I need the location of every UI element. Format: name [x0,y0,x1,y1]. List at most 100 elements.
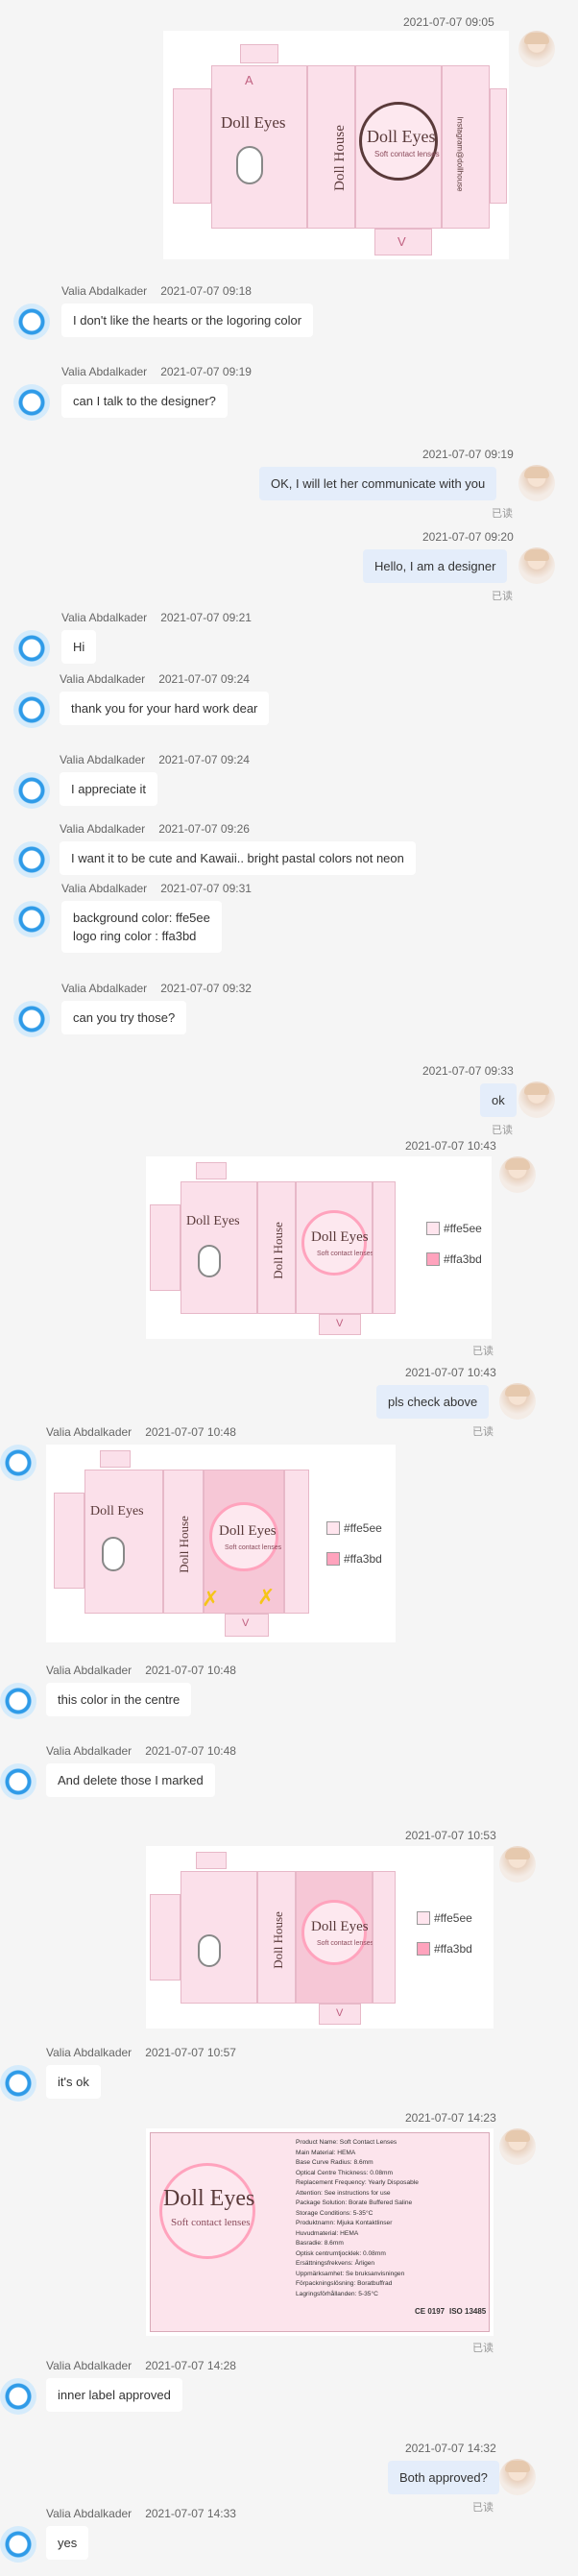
message-bubble[interactable]: yes [46,2526,89,2560]
message-bubble[interactable]: And delete those I marked [46,1763,215,1797]
box-brand-ring: Doll Eyes [219,1523,277,1539]
side-brand: Doll House [331,125,348,191]
avatar[interactable] [0,2378,36,2415]
message-bubble[interactable]: OK, I will let her communicate with you [259,467,497,500]
sender-name: Valia Abdalkader [46,1664,132,1677]
avatar[interactable] [13,630,50,667]
message-time: 2021-07-07 10:53 [405,1829,496,1842]
avatar[interactable] [499,2459,536,2495]
label-spec-row: Optisk centrumtjocklek: 0.08mm [296,2249,386,2257]
message-time: 2021-07-07 09:18 [160,284,252,298]
message-bubble[interactable]: thank you for your hard work dear [60,692,270,725]
read-receipt: 已读 [472,1426,494,1438]
side-brand: Doll House [176,1516,191,1573]
read-receipt: 已读 [492,591,513,602]
box-design-image[interactable]: Doll Eyes Doll House Doll Eyes Soft cont… [146,1156,492,1339]
sender-name: Valia Abdalkader [46,2507,132,2520]
avatar[interactable] [499,2128,536,2165]
avatar[interactable] [499,1846,536,1883]
box-brand: Doll Eyes [90,1504,144,1519]
message-bubble[interactable]: I want it to be cute and Kawaii.. bright… [60,841,416,875]
message-bubble[interactable]: it's ok [46,2065,101,2099]
message-bubble[interactable]: pls check above [376,1385,490,1419]
label-spec-row: Optical Centre Thickness: 0.08mm [296,2169,394,2176]
avatar[interactable] [13,304,50,340]
label-tagline: Soft contact lenses [171,2217,251,2228]
message-time: 2021-07-07 09:24 [158,753,250,766]
annotation-mark: ✗ [202,1587,220,1611]
label-ce: CE 0197 [415,2307,446,2316]
avatar[interactable] [13,901,50,937]
avatar[interactable] [0,1683,36,1719]
swatch-bg [326,1521,340,1535]
message-bubble[interactable]: ok [480,1083,517,1117]
avatar[interactable] [0,1763,36,1800]
message-time: 2021-07-07 14:33 [145,2507,236,2520]
message-bubble[interactable]: can you try those? [61,1001,187,1034]
letter-v: V [336,1318,344,1329]
avatar[interactable] [13,1001,50,1037]
swatch-bg [426,1222,440,1235]
box-design-image[interactable]: Doll Eyes A Doll House Doll Eyes Soft co… [163,31,509,259]
message-bubble[interactable]: can I talk to the designer? [61,384,228,418]
message-bubble[interactable]: Hi [61,630,97,664]
label-brand: Doll Eyes [163,2186,255,2211]
message-bubble[interactable]: inner label approved [46,2378,182,2412]
avatar[interactable] [518,31,555,67]
sender-name: Valia Abdalkader [46,2046,132,2059]
letter-a: A [245,73,253,87]
label-spec-row: Produktnamn: Mjuka Kontaktlinser [296,2220,393,2226]
avatar[interactable] [13,772,50,809]
label-spec-row: Uppmärksamhet: Se bruksanvisningen [296,2270,405,2277]
message-bubble[interactable]: I don't like the hearts or the logoring … [61,304,314,337]
message-outgoing: 2021-07-07 09:05 [403,13,494,31]
avatar[interactable] [499,1383,536,1420]
avatar[interactable] [0,1445,36,1481]
box-design-image[interactable]: Doll House Doll Eyes Soft contact lenses… [146,1846,494,2029]
read-receipt: 已读 [472,2343,494,2354]
message-bubble[interactable]: background color: ffe5ee logo ring color… [61,901,222,953]
side-brand: Doll House [270,1222,285,1279]
message-time: 2021-07-07 09:24 [158,672,250,686]
swatch-bg-label: #ffe5ee [444,1222,482,1235]
swatch-ring [326,1552,340,1566]
label-spec-row: Förpackningslösning: Boratbuffrad [296,2280,393,2287]
box-tagline: Soft contact lenses [225,1544,282,1551]
sender-name: Valia Abdalkader [61,982,148,995]
box-tagline: Soft contact lenses [317,1940,374,1947]
message-bubble[interactable]: this color in the centre [46,1683,192,1716]
sender-name: Valia Abdalkader [60,822,146,836]
avatar[interactable] [518,465,555,501]
message-time: 2021-07-07 14:28 [145,2359,236,2372]
box-tagline: Soft contact lenses [317,1251,374,1257]
avatar[interactable] [0,2526,36,2563]
label-spec-row: Storage Conditions: 5-35°C [296,2209,373,2217]
marked-design-image[interactable]: Doll Eyes Doll House Doll Eyes Soft cont… [46,1445,396,1642]
message-time: 2021-07-07 10:48 [145,1664,236,1677]
avatar[interactable] [13,692,50,728]
message-time: 2021-07-07 09:05 [403,15,494,29]
avatar[interactable] [518,1081,555,1118]
avatar[interactable] [13,384,50,421]
sender-name: Valia Abdalkader [60,672,146,686]
avatar[interactable] [518,547,555,584]
avatar[interactable] [0,2065,36,2102]
inner-label-image[interactable]: Doll Eyes Soft contact lenses Product Na… [146,2128,494,2336]
read-receipt: 已读 [492,1125,513,1136]
avatar[interactable] [13,841,50,878]
message-bubble[interactable]: Hello, I am a designer [363,549,508,583]
read-receipt: 已读 [472,2502,494,2514]
message-time: 2021-07-07 10:43 [405,1139,496,1153]
read-receipt: 已读 [492,508,513,520]
swatch-bg-label: #ffe5ee [344,1521,382,1535]
message-time: 2021-07-07 14:32 [405,2442,496,2455]
message-time: 2021-07-07 09:19 [160,365,252,378]
side-brand: Doll House [270,1911,285,1969]
avatar[interactable] [499,1156,536,1193]
label-spec-row: Base Curve Radius: 8.6mm [296,2159,373,2166]
box-brand-ring: Doll Eyes [311,1229,369,1245]
message-bubble[interactable]: Both approved? [388,2461,499,2494]
box-tagline: Soft contact lenses [374,150,440,158]
message-bubble[interactable]: I appreciate it [60,772,158,806]
message-time: 2021-07-07 14:23 [405,2111,496,2125]
